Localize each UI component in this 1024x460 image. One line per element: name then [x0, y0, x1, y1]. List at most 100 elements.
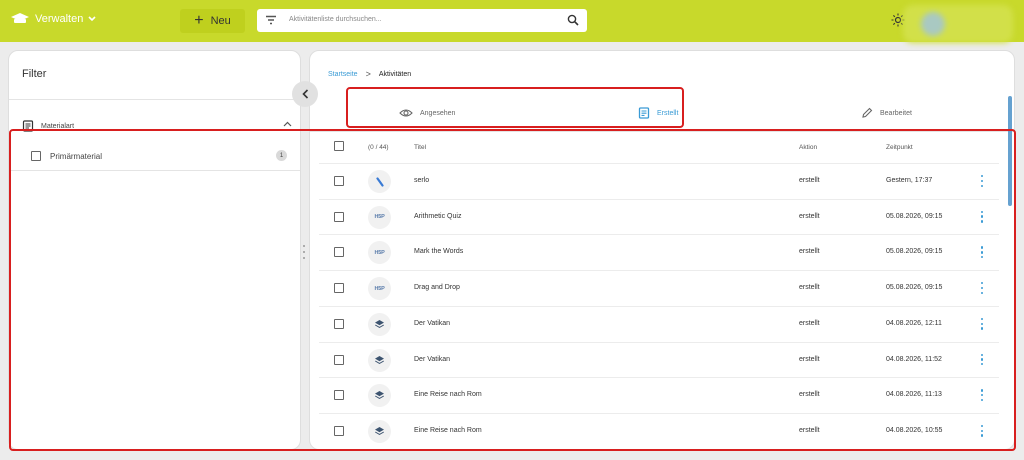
more-options-icon[interactable] [979, 175, 985, 187]
row-checkbox[interactable] [334, 283, 344, 294]
content-type-icon [368, 348, 391, 372]
row-title[interactable]: Eine Reise nach Rom [414, 391, 482, 398]
table-row[interactable]: H5P Mark the Words erstellt 05.08.2026, 09:… [319, 234, 999, 269]
more-options-icon[interactable] [979, 353, 985, 366]
tab-created-label: Erstellt [657, 109, 679, 117]
row-action: erstellt [799, 284, 820, 292]
tab-viewed[interactable]: Angesehen [399, 104, 455, 122]
hat-icon [11, 13, 29, 23]
content-type-icon [368, 170, 391, 193]
row-title[interactable]: Drag and Drop [414, 284, 460, 291]
row-checkbox[interactable] [334, 390, 344, 401]
more-options-icon[interactable] [979, 282, 985, 295]
activities-panel: Startseite > Aktivitäten Angesehen Erste… [309, 50, 1015, 450]
table-row[interactable]: Eine Reise nach Rom erstellt 04.08.2026, 1… [319, 412, 999, 448]
content-type-icon [368, 419, 391, 443]
collapse-sidebar-button[interactable] [292, 81, 318, 107]
row-time: 04.08.2026, 12:11 [886, 319, 942, 327]
primary-material-label: Primärmaterial [50, 151, 103, 161]
row-action: erstellt [799, 391, 820, 399]
eye-icon [399, 109, 413, 117]
table-row[interactable]: H5P Arithmetic Quiz erstellt 05.08.2026, 09… [319, 198, 999, 234]
row-action: erstellt [799, 319, 820, 327]
row-time: 05.08.2026, 09:15 [886, 284, 943, 292]
breadcrumb-current: Aktivitäten [378, 70, 412, 78]
more-options-icon[interactable] [979, 210, 985, 223]
table-row[interactable]: Eine Reise nach Rom erstellt 04.08.2026, 1… [319, 377, 999, 412]
divider [9, 99, 300, 100]
more-options-icon[interactable] [979, 424, 985, 437]
breadcrumb-separator: > [365, 69, 371, 79]
manage-menu[interactable]: Verwalten [10, 12, 96, 26]
filter-icon[interactable] [265, 15, 277, 25]
row-action: erstellt [799, 426, 820, 434]
row-checkbox[interactable] [334, 354, 344, 365]
primary-material-checkbox[interactable] [31, 151, 41, 161]
layers-icon [375, 319, 384, 328]
row-action: erstellt [799, 248, 820, 256]
tab-edited[interactable]: Bearbeitet [861, 104, 912, 122]
layers-icon [375, 391, 384, 400]
user-menu[interactable] [903, 5, 1013, 43]
filter-panel: Filter Materialart Primärmaterial 1 [8, 50, 301, 450]
breadcrumb: Startseite > Aktivitäten [328, 69, 411, 79]
content-type-icon [368, 312, 391, 336]
row-title[interactable]: Der Vatikan [414, 320, 450, 327]
row-checkbox[interactable] [334, 211, 344, 222]
table-row[interactable]: Der Vatikan erstellt 04.08.2026, 11:52 [319, 341, 999, 377]
divider [310, 131, 1014, 132]
material-type-section[interactable]: Materialart [22, 119, 292, 133]
resize-handle[interactable] [302, 245, 306, 259]
table-row[interactable]: H5P Drag and Drop erstellt 05.08.2026, 09:1… [319, 270, 999, 305]
row-checkbox[interactable] [334, 176, 344, 186]
row-time: 04.08.2026, 10:55 [886, 426, 943, 434]
chevron-left-icon [301, 89, 308, 99]
content-type-icon [368, 384, 391, 408]
pencil-icon [862, 107, 873, 118]
column-header-action[interactable]: Aktion [799, 144, 817, 151]
new-label: Neu [210, 15, 231, 27]
more-options-icon[interactable] [979, 317, 985, 330]
h5p-icon: H5P [374, 285, 385, 292]
new-button[interactable]: + Neu [180, 9, 245, 33]
select-all-checkbox[interactable] [334, 141, 344, 151]
table-row[interactable]: serlo erstellt Gestern, 17:37 [319, 163, 999, 198]
table-row[interactable]: Der Vatikan erstellt 04.08.2026, 12:11 [319, 305, 999, 341]
h5p-icon: H5P [374, 214, 385, 221]
row-title[interactable]: Der Vatikan [414, 356, 450, 363]
scrollbar[interactable] [1008, 96, 1012, 206]
chevron-up-icon[interactable] [283, 121, 292, 127]
breadcrumb-home-link[interactable]: Startseite [328, 71, 358, 78]
filter-title: Filter [22, 68, 47, 80]
row-checkbox[interactable] [334, 425, 344, 436]
column-header-title[interactable]: Titel [414, 144, 426, 151]
search-input[interactable]: Aktivitätenliste durchsuchen... [257, 9, 587, 32]
tab-created[interactable]: Erstellt [638, 104, 678, 122]
row-title[interactable]: Arithmetic Quiz [414, 213, 461, 220]
row-time: 05.08.2026, 09:15 [886, 212, 943, 220]
manage-label: Verwalten [35, 13, 84, 25]
row-title[interactable]: serlo [414, 177, 429, 184]
column-header-time[interactable]: Zeitpunkt [886, 144, 913, 151]
document-list-icon [22, 120, 34, 132]
layers-icon [375, 355, 384, 364]
serlo-icon [375, 176, 384, 187]
search-icon[interactable] [567, 14, 579, 26]
tab-edited-label: Bearbeitet [880, 109, 912, 117]
plus-icon: + [194, 12, 204, 29]
row-time: 05.08.2026, 09:15 [886, 248, 943, 256]
tab-viewed-label: Angesehen [420, 109, 456, 117]
filter-option-primary-material[interactable]: Primärmaterial 1 [31, 149, 287, 163]
row-checkbox[interactable] [334, 318, 344, 329]
content-type-icon: H5P [368, 241, 391, 265]
more-options-icon[interactable] [979, 389, 985, 402]
more-options-icon[interactable] [979, 246, 985, 259]
row-checkbox[interactable] [334, 247, 344, 258]
selection-count: (0 / 44) [368, 144, 389, 151]
row-title[interactable]: Eine Reise nach Rom [414, 427, 482, 434]
row-action: erstellt [799, 355, 820, 363]
content-type-icon: H5P [368, 205, 391, 229]
row-title[interactable]: Mark the Words [414, 248, 463, 255]
row-action: erstellt [799, 212, 820, 220]
material-type-label: Materialart [41, 122, 75, 130]
